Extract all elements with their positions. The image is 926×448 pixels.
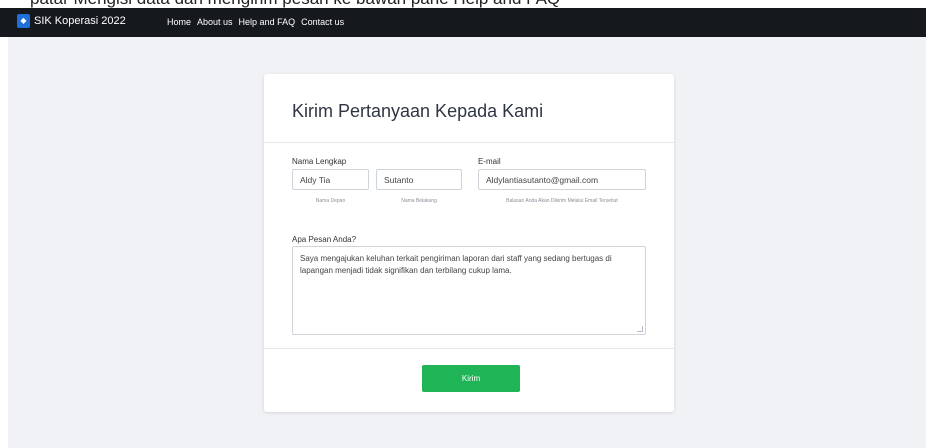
- nav-home[interactable]: Home: [167, 17, 191, 27]
- email-label: E-mail: [478, 157, 501, 166]
- first-name-hint: Nama Depan: [315, 198, 346, 204]
- form-title: Kirim Pertanyaan Kepada Kami: [292, 101, 544, 121]
- resize-handle-icon[interactable]: [637, 326, 643, 332]
- brand[interactable]: ◆ SIK Koperasi 2022: [17, 14, 126, 28]
- nav-about-us[interactable]: About us: [197, 17, 233, 27]
- message-label: Apa Pesan Anda?: [292, 235, 357, 244]
- first-name-input[interactable]: Aldy Tia: [292, 169, 369, 190]
- submit-button[interactable]: Kirim: [422, 365, 520, 392]
- footer-divider: [264, 348, 674, 349]
- brand-logo-icon: ◆: [17, 14, 30, 28]
- nav-help-faq[interactable]: Help and FAQ: [239, 17, 296, 27]
- brand-name: SIK Koperasi 2022: [34, 15, 126, 27]
- message-textarea[interactable]: Saya mengajukan keluhan terkait pengirim…: [292, 246, 646, 335]
- navbar: ◆ SIK Koperasi 2022 Home About us Help a…: [0, 8, 926, 37]
- document-caption-text: patar Mengisi data dan mengirim pesan ke…: [30, 0, 560, 8]
- last-name-input[interactable]: Sutanto: [376, 169, 462, 190]
- email-input[interactable]: Aldylantiasutanto@gmail.com: [478, 169, 646, 190]
- title-divider: [264, 142, 674, 143]
- last-name-hint: Nama Belakang: [401, 198, 437, 204]
- nav-contact-us[interactable]: Contact us: [301, 17, 344, 27]
- message-text: Saya mengajukan keluhan terkait pengirim…: [300, 254, 612, 275]
- email-hint: Balasan Anda Akan Dikirim Melalui Email …: [506, 198, 618, 204]
- document-caption-strip: patar Mengisi data dan mengirim pesan ke…: [0, 0, 926, 8]
- full-name-label: Nama Lengkap: [292, 157, 347, 166]
- contact-form-card: Kirim Pertanyaan Kepada Kami Nama Lengka…: [264, 74, 674, 412]
- nav-links: Home About us Help and FAQ Contact us: [167, 17, 344, 27]
